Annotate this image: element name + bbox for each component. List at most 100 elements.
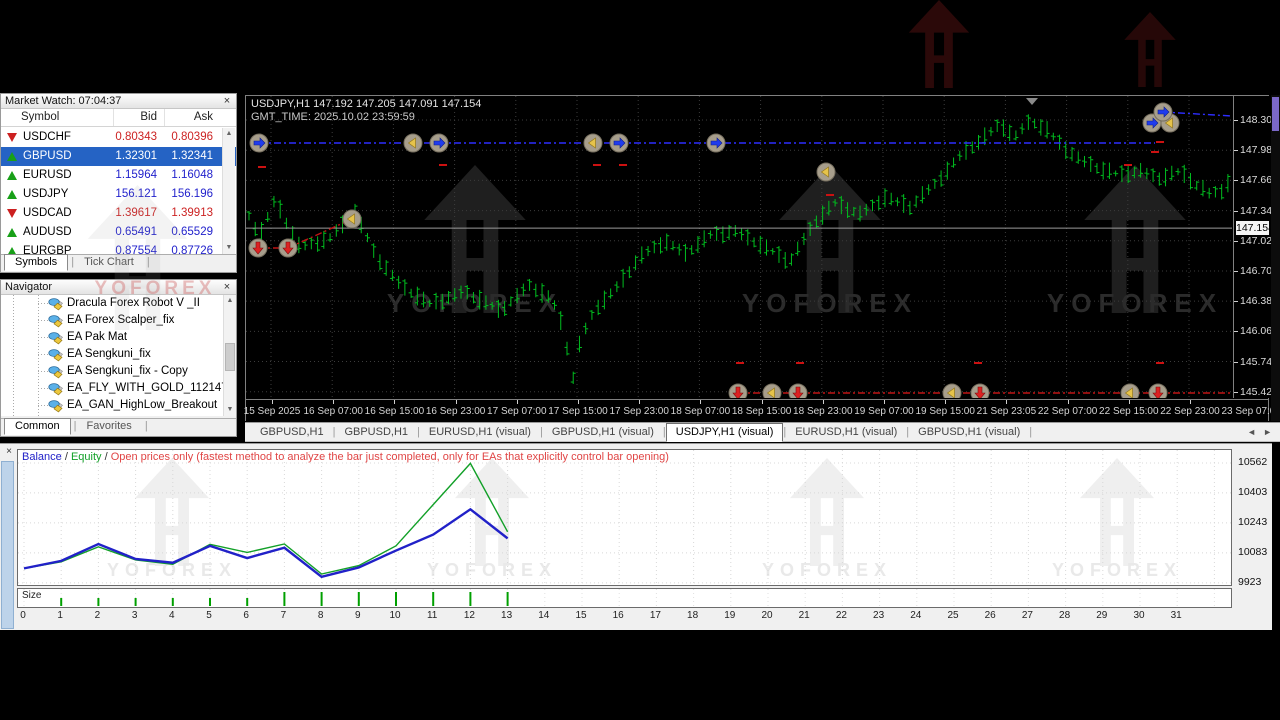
stop-level-tick <box>736 362 744 364</box>
market-watch-row[interactable]: GBPUSD1.323011.32341 <box>1 147 236 166</box>
scroll-down-icon[interactable]: ▼ <box>224 404 236 416</box>
trend-up-icon <box>7 171 17 180</box>
chart-tab[interactable]: GBPUSD,H1 <box>335 424 417 441</box>
scrollbar-thumb[interactable] <box>225 343 235 371</box>
tester-x-label: 24 <box>904 610 928 621</box>
symbol-name: USDCHF <box>23 131 71 143</box>
trade-marker-buy[interactable] <box>430 134 448 152</box>
tester-x-label: 23 <box>867 610 891 621</box>
chart-tab-active[interactable]: USDJPY,H1 (visual) <box>666 423 784 442</box>
ask-value: 0.65529 <box>171 226 213 238</box>
chart-vertical-scrollbar[interactable] <box>1271 95 1280 421</box>
close-icon[interactable]: × <box>220 94 234 108</box>
time-axis-tick <box>945 400 946 404</box>
market-watch-title: Market Watch: 07:04:37 <box>5 95 121 107</box>
time-axis-tick <box>639 400 640 404</box>
time-axis-label: 15 Sep 2025 <box>237 406 307 417</box>
navigator-item[interactable]: EA Pak Mat <box>1 329 236 346</box>
time-axis-tick <box>823 400 824 404</box>
trade-marker-close[interactable] <box>817 163 835 181</box>
chart-tab[interactable]: GBPUSD,H1 (visual) <box>543 424 663 441</box>
market-watch-titlebar[interactable]: Market Watch: 07:04:37 × <box>1 94 236 109</box>
navigator-item-label: EA Sengkuni_fix - Copy <box>67 365 188 377</box>
tester-x-label: 14 <box>532 610 556 621</box>
trade-marker-close[interactable] <box>1121 384 1139 398</box>
navigator-item[interactable]: EA Sengkuni_fix - Copy <box>1 363 236 380</box>
trade-marker-sell[interactable] <box>279 239 297 257</box>
ask-value: 0.80396 <box>171 131 213 143</box>
tester-x-label: 21 <box>792 610 816 621</box>
close-icon[interactable]: × <box>220 280 234 294</box>
market-watch-row[interactable]: USDJPY156.121156.196 <box>1 185 236 204</box>
bid-value: 0.65491 <box>115 226 157 238</box>
column-symbol[interactable]: Symbol <box>21 111 59 123</box>
price-axis[interactable]: 148.300147.980147.660147.340147.020146.7… <box>1233 96 1269 398</box>
tester-x-label: 2 <box>85 610 109 621</box>
symbol-name: GBPUSD <box>23 150 72 162</box>
market-watch-row[interactable]: USDCAD1.396171.39913 <box>1 204 236 223</box>
stop-level-tick <box>258 166 266 168</box>
chart-tab[interactable]: EURUSD,H1 (visual) <box>786 424 906 441</box>
trade-marker-close[interactable] <box>584 134 602 152</box>
time-axis-label: 22 Sep 15:00 <box>1094 406 1164 417</box>
navigator-item[interactable]: EA Sengkuni_fix <box>1 346 236 363</box>
scroll-up-icon[interactable]: ▲ <box>224 295 236 307</box>
trade-marker-close[interactable] <box>343 210 361 228</box>
market-watch-row[interactable]: EURUSD1.159641.16048 <box>1 166 236 185</box>
tester-x-label: 0 <box>11 610 35 621</box>
chart-tab[interactable]: GBPUSD,H1 <box>251 424 333 441</box>
market-watch-row[interactable]: EURGBP0.875540.87726 <box>1 242 236 254</box>
scroll-up-icon[interactable]: ▲ <box>223 128 235 140</box>
close-icon[interactable]: × <box>3 446 15 458</box>
navigator-item-label: EA Sengkuni_fix <box>67 348 151 360</box>
time-axis-label: 16 Sep 23:00 <box>421 406 491 417</box>
scroll-down-icon[interactable]: ▼ <box>223 242 235 254</box>
navigator-item[interactable]: EA_FLY_WITH_GOLD_1121477 <box>1 380 236 397</box>
market-watch-header[interactable]: Symbol Bid Ask <box>1 109 236 127</box>
chart-tab[interactable]: GBPUSD,H1 (visual) <box>909 424 1029 441</box>
navigator-item[interactable]: EA Forex Scalper_fix <box>1 312 236 329</box>
navigator-item[interactable] <box>1 414 236 416</box>
trade-marker-sell[interactable] <box>729 384 747 398</box>
tester-graph[interactable]: YOFOREXYOFOREXYOFOREXYOFOREX Balance / E… <box>17 449 1232 586</box>
top-band-watermark <box>0 0 1280 93</box>
tab-scroll-left-icon[interactable]: ◄ <box>1247 427 1256 437</box>
column-ask[interactable]: Ask <box>194 111 213 123</box>
market-watch-row[interactable]: USDCHF0.803430.80396 <box>1 128 236 147</box>
scrollbar-thumb[interactable] <box>1272 97 1279 131</box>
tester-x-label: 31 <box>1164 610 1188 621</box>
trade-marker-sell[interactable] <box>249 239 267 257</box>
tab-scroll-right-icon[interactable]: ► <box>1263 427 1272 437</box>
tab-symbols[interactable]: Symbols <box>4 254 68 271</box>
trade-marker-buy[interactable] <box>250 134 268 152</box>
price-axis-tick <box>1234 362 1238 363</box>
trade-marker-sell[interactable] <box>971 384 989 398</box>
navigator-item[interactable]: Dracula Forex Robot V _II <box>1 295 236 312</box>
column-bid[interactable]: Bid <box>140 111 157 123</box>
trade-marker-close[interactable] <box>943 384 961 398</box>
trade-marker-buy[interactable] <box>707 134 725 152</box>
navigator-titlebar[interactable]: Navigator × <box>1 280 236 295</box>
tester-x-label: 4 <box>160 610 184 621</box>
price-chart[interactable]: YOFOREXYOFOREXYOFOREX <box>246 96 1232 398</box>
tab-favorites[interactable]: Favorites <box>77 419 142 434</box>
trade-marker-close[interactable] <box>763 384 781 398</box>
trade-marker-sell[interactable] <box>789 384 807 398</box>
trade-marker-close[interactable] <box>404 134 422 152</box>
chart-tab[interactable]: EURUSD,H1 (visual) <box>420 424 540 441</box>
tab-tick-chart[interactable]: Tick Chart <box>74 255 144 270</box>
tester-panel-grip[interactable] <box>1 461 14 629</box>
market-watch-panel: Market Watch: 07:04:37 × Symbol Bid Ask … <box>0 93 237 273</box>
time-axis-tick <box>394 400 395 404</box>
market-watch-row[interactable]: AUDUSD0.654910.65529 <box>1 223 236 242</box>
bid-value: 0.87554 <box>115 245 157 254</box>
time-axis[interactable]: 15 Sep 202516 Sep 07:0016 Sep 15:0016 Se… <box>246 399 1268 421</box>
trade-marker-buy[interactable] <box>1154 103 1172 121</box>
trend-up-icon <box>7 247 17 254</box>
trade-marker-buy[interactable] <box>610 134 628 152</box>
navigator-scrollbar[interactable]: ▲ ▼ <box>223 295 236 416</box>
tab-common[interactable]: Common <box>4 418 71 435</box>
navigator-item[interactable]: EA_GAN_HighLow_Breakout <box>1 397 236 414</box>
trade-marker-sell[interactable] <box>1149 384 1167 398</box>
market-watch-scrollbar[interactable]: ▲ ▼ <box>222 128 235 254</box>
